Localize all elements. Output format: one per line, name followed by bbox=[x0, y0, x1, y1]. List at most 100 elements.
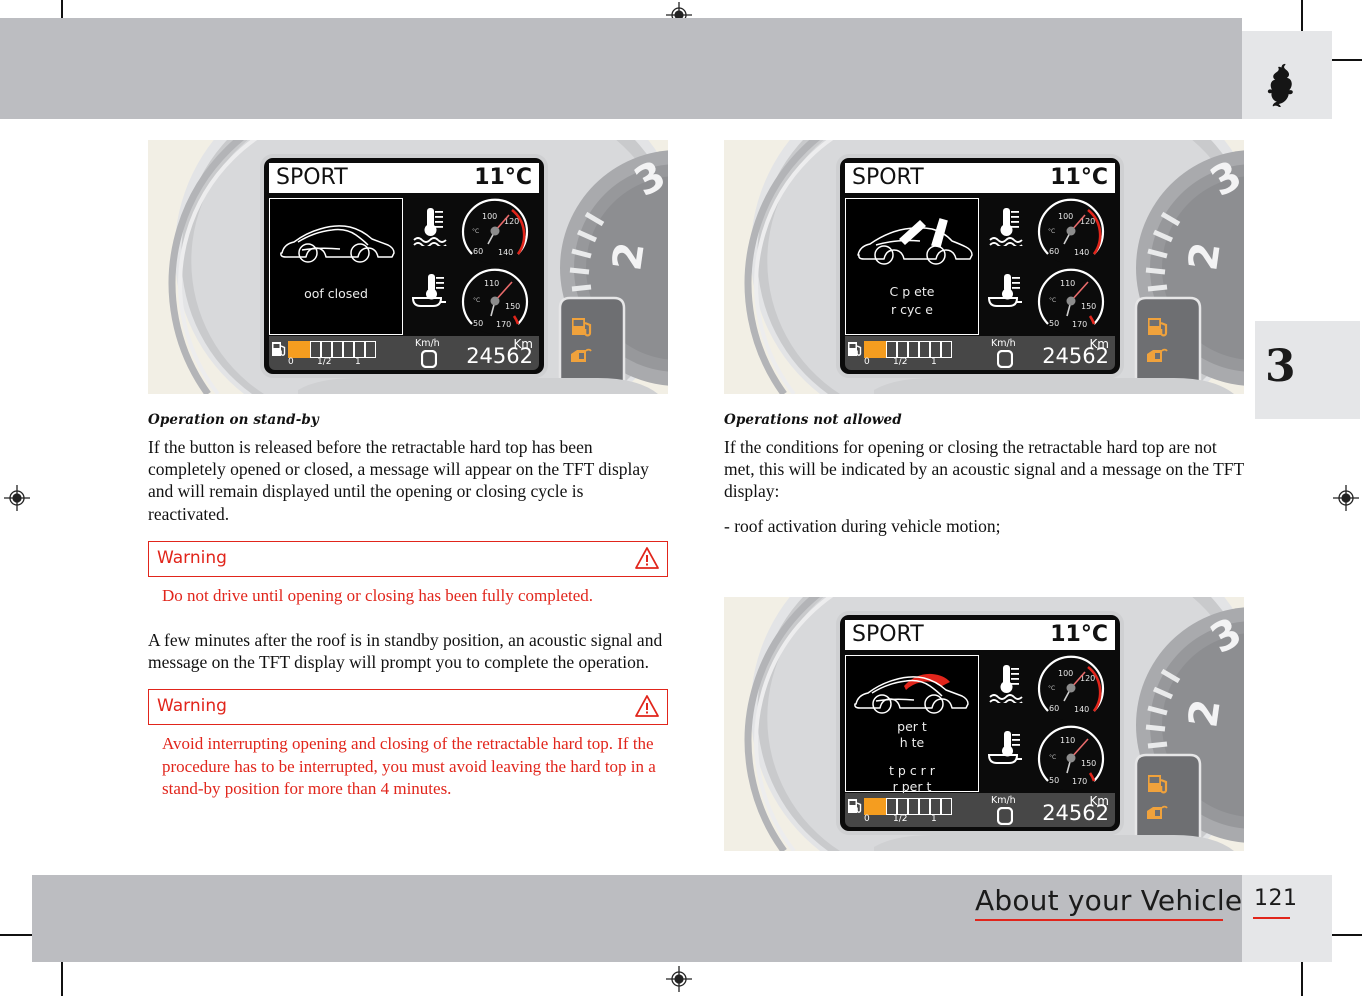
speed-display-placeholder-icon bbox=[997, 350, 1013, 368]
water-temperature-gauge: 60 100 120 140 °C bbox=[1037, 654, 1105, 721]
footer-section-title: About your Vehicle bbox=[975, 884, 1243, 917]
drive-mode-label: SPORT bbox=[276, 165, 348, 190]
fuel-label-half: 1/2 bbox=[893, 357, 908, 367]
fuel-label-full: 1 bbox=[931, 813, 937, 824]
tft-footer: 0 1/2 1 Km/h Km 24562 bbox=[845, 792, 1115, 827]
odometer-value: 24562 bbox=[1042, 344, 1109, 368]
roof-status-message-line-2: h te bbox=[899, 734, 925, 750]
speed-unit-label: Km/h bbox=[991, 338, 1016, 349]
svg-text:170: 170 bbox=[1072, 320, 1087, 329]
cropmark-top-right-v bbox=[1301, 0, 1303, 31]
water-temperature-icon bbox=[989, 664, 1023, 703]
tft-header: SPORT 11°C bbox=[269, 163, 539, 193]
speed-unit-label: Km/h bbox=[415, 338, 440, 349]
fuel-label-half: 1/2 bbox=[893, 813, 908, 824]
roof-status-message-box: per t h te t p c r r r per t bbox=[845, 654, 979, 794]
roof-status-message-line-1: C p ete bbox=[889, 284, 935, 299]
car-roof-closed-icon bbox=[280, 225, 395, 263]
svg-text:°C: °C bbox=[1049, 297, 1056, 304]
cropmark-bottom-right-v bbox=[1301, 962, 1303, 996]
svg-text:140: 140 bbox=[1074, 248, 1089, 257]
fuel-label-full: 1 bbox=[931, 357, 937, 367]
fuel-pump-icon bbox=[272, 342, 286, 356]
speed-display-placeholder-icon bbox=[421, 350, 437, 368]
svg-text:110: 110 bbox=[1060, 736, 1075, 745]
oil-temperature-gauge: 50 110 150 170 °C bbox=[1037, 268, 1105, 334]
outside-temperature: 11°C bbox=[1050, 621, 1108, 647]
right-bullet-1: - roof activation during vehicle motion; bbox=[724, 515, 1001, 536]
svg-text:110: 110 bbox=[1060, 279, 1075, 288]
figure-roof-complete-cycle: 3 2 SPORT 11°C C p ete r cyc e 60 100 12… bbox=[724, 140, 1244, 394]
roof-status-message-box: oof closed bbox=[269, 198, 403, 335]
warning-triangle-icon bbox=[635, 695, 659, 722]
figure-roof-closed: 3 2 SPORT 11°C oof closed 60 100 120 140… bbox=[148, 140, 668, 394]
warning-triangle-icon bbox=[635, 546, 659, 574]
ferrari-prancing-horse-icon bbox=[1264, 63, 1300, 109]
tft-display: SPORT 11°C per t h te t p c r r r per t … bbox=[840, 614, 1120, 831]
oil-temperature-gauge: 50 110 150 170 °C bbox=[1037, 724, 1105, 791]
oil-temperature-icon bbox=[987, 730, 1022, 764]
fuel-label-empty: 0 bbox=[288, 357, 294, 367]
warning-box-2: Warning bbox=[148, 689, 668, 726]
warning-title-1: Warning bbox=[157, 547, 227, 568]
right-paragraph-1: If the conditions for opening or closing… bbox=[724, 437, 1244, 502]
svg-text:100: 100 bbox=[1058, 212, 1073, 221]
warning-box-1: Warning bbox=[148, 540, 668, 577]
left-paragraph-1: If the button is released before the ret… bbox=[148, 437, 649, 524]
page-number-rule bbox=[1253, 917, 1290, 919]
tft-display: SPORT 11°C C p ete r cyc e 60 100 120 14… bbox=[840, 158, 1120, 374]
roof-status-message-line-2: r cyc e bbox=[891, 302, 933, 317]
cropmark-bottom-left-v bbox=[61, 962, 63, 996]
svg-text:150: 150 bbox=[505, 302, 520, 311]
car-roof-error-icon bbox=[854, 673, 969, 714]
drive-mode-label: SPORT bbox=[852, 621, 924, 647]
svg-text:60: 60 bbox=[1049, 704, 1059, 713]
svg-text:°C: °C bbox=[1049, 754, 1056, 761]
drive-mode-label: SPORT bbox=[852, 165, 924, 190]
registration-mark-left bbox=[4, 485, 30, 511]
speed-display-placeholder-icon bbox=[997, 806, 1013, 825]
fuel-label-empty: 0 bbox=[864, 813, 870, 824]
fuel-pump-icon bbox=[848, 798, 862, 813]
svg-text:°C: °C bbox=[1048, 228, 1055, 235]
registration-mark-bottom bbox=[666, 966, 692, 992]
warning-title-2: Warning bbox=[157, 696, 227, 717]
svg-text:110: 110 bbox=[484, 279, 499, 288]
oil-temperature-gauge: 50 110 150 170 °C bbox=[461, 268, 529, 334]
svg-text:°C: °C bbox=[472, 228, 479, 235]
outside-temperature: 11°C bbox=[474, 165, 532, 190]
fuel-label-full: 1 bbox=[355, 357, 361, 367]
chapter-number: 3 bbox=[1265, 341, 1296, 392]
fuel-pump-icon bbox=[848, 342, 862, 356]
svg-text:50: 50 bbox=[473, 319, 483, 328]
speed-unit-label: Km/h bbox=[991, 794, 1016, 806]
svg-text:100: 100 bbox=[1058, 669, 1073, 678]
svg-text:50: 50 bbox=[1049, 776, 1059, 785]
svg-text:150: 150 bbox=[1081, 302, 1096, 311]
oil-temperature-icon bbox=[987, 274, 1022, 307]
tft-footer: 0 1/2 1 Km/h Km 24562 bbox=[845, 336, 1115, 370]
water-temperature-gauge: 60 100 120 140 °C bbox=[461, 198, 529, 264]
page-number: 121 bbox=[1254, 886, 1298, 911]
tft-header: SPORT 11°C bbox=[845, 619, 1115, 650]
warning-text-1: Do not drive until opening or closing ha… bbox=[162, 585, 594, 605]
left-subhead: Operation on stand-by bbox=[148, 412, 319, 428]
svg-text:°C: °C bbox=[473, 297, 480, 304]
outside-temperature: 11°C bbox=[1050, 165, 1108, 190]
svg-text:140: 140 bbox=[1074, 705, 1089, 714]
car-roof-opening-icon bbox=[857, 218, 973, 265]
left-paragraph-2: A few minutes after the roof is in stand… bbox=[148, 629, 663, 673]
left-column: 3 2 SPORT 11°C oof closed 60 100 120 140… bbox=[148, 140, 668, 800]
water-temperature-icon bbox=[413, 208, 447, 246]
svg-text:°C: °C bbox=[1048, 685, 1055, 692]
svg-text:50: 50 bbox=[1049, 319, 1059, 328]
svg-text:170: 170 bbox=[1072, 777, 1087, 786]
oil-temperature-icon bbox=[411, 274, 446, 307]
water-temperature-gauge: 60 100 120 140 °C bbox=[1037, 198, 1105, 264]
svg-text:100: 100 bbox=[482, 212, 497, 221]
cropmark-bottom-right-h bbox=[1330, 934, 1362, 936]
right-column: 3 2 SPORT 11°C C p ete r cyc e 60 100 12… bbox=[724, 140, 1244, 851]
registration-mark-right bbox=[1333, 485, 1359, 511]
tft-display: SPORT 11°C oof closed 60 100 120 140 °C … bbox=[264, 158, 544, 374]
svg-text:60: 60 bbox=[473, 247, 483, 256]
